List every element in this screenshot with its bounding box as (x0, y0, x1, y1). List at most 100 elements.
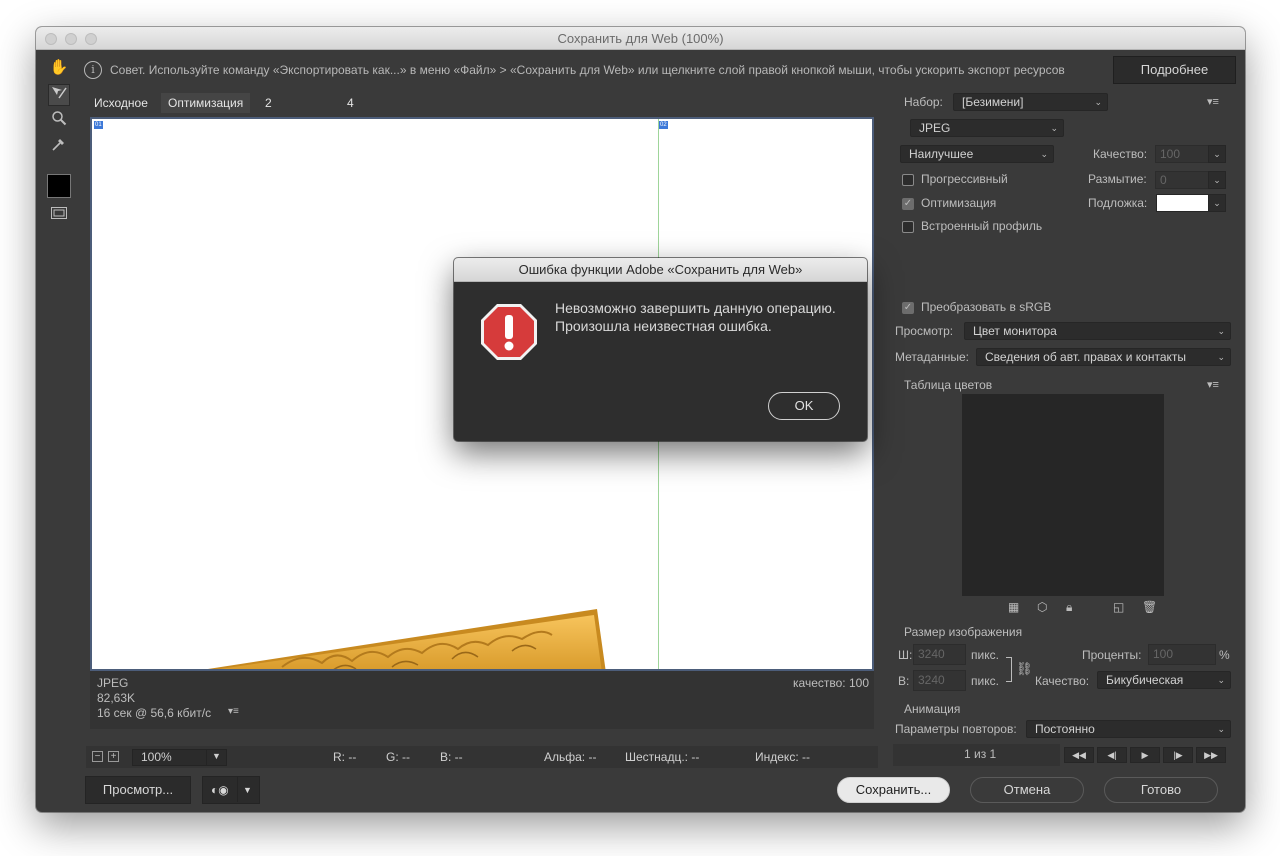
preset-menu-icon[interactable]: ▾≡ (1207, 95, 1219, 108)
preview-in-browser-button[interactable]: Просмотр... (85, 776, 191, 804)
convert-srgb-checkbox[interactable]: ✓ (902, 302, 914, 314)
blur-field[interactable]: 0 (1155, 171, 1209, 189)
preset-label: Набор: (904, 95, 943, 109)
chevron-down-icon: ⌄ (1217, 352, 1225, 362)
format-select[interactable]: JPEG ⌄ (910, 119, 1064, 137)
width-label: Ш: (898, 648, 913, 662)
resample-quality-select[interactable]: Бикубическая ⌄ (1097, 671, 1231, 689)
tip-text: Совет. Используйте команду «Экспортирова… (110, 63, 1065, 77)
percent-sign: % (1219, 648, 1230, 662)
new-color-icon[interactable]: ◱ (1113, 600, 1124, 614)
chevron-down-icon: ⌄ (1094, 97, 1102, 107)
color-table[interactable] (962, 394, 1164, 596)
percent-field[interactable]: 100 (1148, 644, 1216, 665)
learn-more-button[interactable]: Подробнее (1113, 56, 1236, 84)
trash-icon[interactable]: 🗑︎ (1142, 600, 1157, 614)
minimize-window-button[interactable] (65, 33, 77, 45)
warning-stop-icon (481, 304, 537, 360)
loop-label: Параметры повторов: (895, 722, 1017, 736)
zoom-out-icon[interactable]: − (92, 751, 103, 762)
tab-4-up[interactable]: 4 варианта (340, 93, 406, 130)
optimized-checkbox[interactable]: ✓ (902, 198, 914, 210)
browser-chevron-down-icon: ▼ (243, 785, 252, 795)
chevron-down-icon: ⌄ (1217, 724, 1225, 734)
embed-profile-checkbox[interactable] (902, 221, 914, 233)
ok-button[interactable]: OK (768, 392, 840, 420)
info-download-time: 16 сек @ 56,6 кбит/с (97, 706, 212, 720)
eyedropper-tool-icon[interactable] (48, 136, 70, 158)
chevron-down-icon: ⌄ (1050, 123, 1058, 133)
readout-index: Индекс: -- (755, 750, 810, 764)
hand-tool-icon[interactable]: ✋ (48, 57, 70, 79)
status-bar: − + 100% ▼ R: -- G: -- B: -- Альфа: -- Ш… (86, 746, 878, 768)
frame-counter: 1 из 1 (964, 747, 997, 761)
close-window-button[interactable] (45, 33, 57, 45)
first-frame-icon[interactable]: ◀◀ (1064, 747, 1094, 763)
preview-select[interactable]: Цвет монитора ⌄ (964, 322, 1231, 340)
color-table-menu-icon[interactable]: ▾≡ (1207, 378, 1219, 391)
cancel-button[interactable]: Отмена (970, 777, 1084, 803)
canvas-info-panel: JPEG 82,63K 16 сек @ 56,6 кбит/с ▾≡ каче… (90, 671, 874, 729)
zoom-tool-icon[interactable] (48, 110, 70, 132)
resample-quality-label: Качество: (1035, 674, 1090, 688)
chevron-down-icon: ⌄ (1217, 326, 1225, 336)
matte-chevron-down-icon[interactable]: ⌄ (1208, 194, 1226, 212)
animation-title: Анимация (904, 702, 961, 716)
metadata-select[interactable]: Сведения об авт. правах и контакты ⌄ (976, 348, 1231, 366)
lock-icon[interactable]: 🔒︎ (1066, 600, 1072, 615)
browser-select-button[interactable]: ◐◉ ▼ (202, 776, 260, 804)
metadata-label: Метаданные: (895, 350, 970, 364)
blur-label: Размытие: (1088, 172, 1147, 186)
height-unit: пикс. (971, 674, 999, 688)
tab-optimized[interactable]: Оптимизация (161, 93, 251, 113)
download-speed-menu-icon[interactable]: ▾≡ (228, 706, 239, 717)
quality-label: Качество: (1093, 147, 1148, 161)
info-quality: качество: 100 (793, 676, 869, 690)
zoom-in-icon[interactable]: + (108, 751, 119, 762)
web-shift-icon[interactable]: ⬡ (1037, 600, 1047, 614)
map-to-transparent-icon[interactable]: ▦ (1008, 600, 1019, 614)
readout-hex: Шестнадц.: -- (625, 750, 700, 764)
zoom-window-button[interactable] (85, 33, 97, 45)
quality-chevron-down-icon[interactable]: ⌄ (1208, 145, 1226, 163)
done-button[interactable]: Готово (1104, 777, 1218, 803)
next-frame-icon[interactable]: |▶ (1163, 747, 1193, 763)
readout-r: R: -- (333, 750, 357, 764)
link-icon[interactable]: ⛓ (1016, 661, 1033, 677)
quality-field[interactable]: 100 (1155, 145, 1209, 163)
window-title: Сохранить для Web (100%) (557, 31, 724, 46)
matte-color-swatch[interactable] (1156, 194, 1209, 212)
embed-profile-label: Встроенный профиль (921, 219, 1043, 233)
info-file-size: 82,63K (97, 691, 136, 705)
play-icon[interactable]: ▶ (1130, 747, 1160, 763)
tab-2-up[interactable]: 2 варианта (258, 93, 324, 130)
prev-frame-icon[interactable]: ◀| (1097, 747, 1127, 763)
loop-select[interactable]: Постоянно ⌄ (1026, 720, 1231, 738)
eyedropper-color-swatch[interactable] (47, 174, 71, 198)
chevron-down-icon: ⌄ (1040, 149, 1048, 159)
quality-preset-select[interactable]: Наилучшее ⌄ (900, 145, 1054, 163)
width-unit: пикс. (971, 648, 999, 662)
preset-select[interactable]: [Безимени] ⌄ (953, 93, 1108, 111)
dialog-title: Ошибка функции Adobe «Сохранить для Web» (454, 258, 867, 282)
zoom-chevron-down-icon[interactable]: ▼ (206, 749, 226, 766)
browser-icon: ◐◉ (211, 783, 229, 797)
progressive-checkbox[interactable] (902, 174, 914, 186)
readout-alpha: Альфа: -- (544, 750, 597, 764)
save-button[interactable]: Сохранить... (837, 777, 950, 803)
info-format: JPEG (97, 676, 129, 690)
width-field[interactable]: 3240 (913, 644, 966, 665)
slice-select-tool-icon[interactable] (48, 84, 70, 106)
preview-label: Просмотр: (895, 324, 954, 338)
blur-chevron-down-icon[interactable]: ⌄ (1208, 171, 1226, 189)
percent-label: Проценты: (1082, 648, 1142, 662)
last-frame-icon[interactable]: ▶▶ (1196, 747, 1226, 763)
zoom-level-field[interactable]: 100% ▼ (132, 749, 227, 766)
height-field[interactable]: 3240 (913, 670, 966, 691)
tab-original[interactable]: Исходное (87, 93, 155, 113)
error-dialog: Ошибка функции Adobe «Сохранить для Web»… (454, 258, 867, 441)
optimized-label: Оптимизация (921, 196, 997, 210)
toggle-slices-icon[interactable] (48, 205, 70, 227)
error-message-line2: Произошла неизвестная ошибка. (555, 318, 772, 334)
readout-b: B: -- (440, 750, 463, 764)
